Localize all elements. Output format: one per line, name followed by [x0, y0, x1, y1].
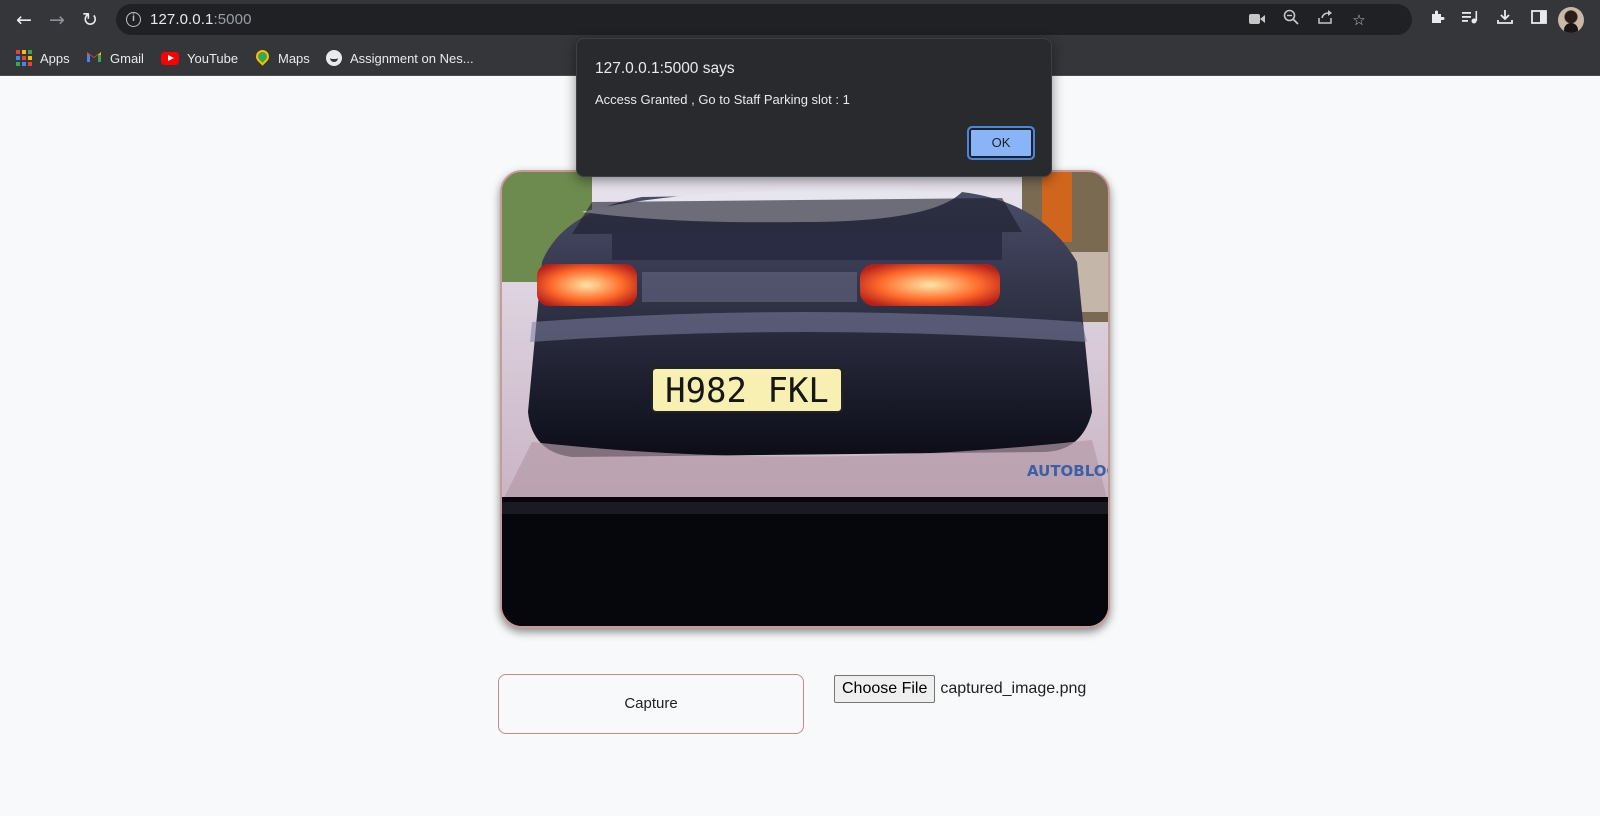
maps-icon	[252, 47, 272, 66]
autoblog-watermark: AUTOBLOG	[1027, 462, 1108, 480]
bookmark-star-icon[interactable]: ☆	[1348, 9, 1370, 31]
url-text[interactable]: 127.0.0.1:5000	[150, 11, 252, 28]
back-arrow-icon[interactable]: ←	[10, 6, 38, 34]
bookmark-assignment[interactable]: Assignment on Nes...	[326, 48, 474, 68]
bookmark-label: YouTube	[187, 50, 239, 66]
bookmark-label: Maps	[278, 50, 310, 66]
selected-file-name: captured_image.png	[940, 680, 1087, 697]
site-icon	[326, 50, 342, 66]
url-host: 127.0.0.1	[150, 11, 214, 28]
bookmark-label: Gmail	[110, 50, 144, 66]
alert-title: 127.0.0.1:5000 says	[595, 60, 735, 77]
bookmark-maps[interactable]: Maps	[252, 47, 310, 68]
media-queue-icon[interactable]	[1458, 7, 1484, 33]
license-plate-text: H982 FKL	[665, 371, 829, 411]
address-bar[interactable]: i 127.0.0.1:5000 ☆	[116, 4, 1412, 35]
alert-dialog: 127.0.0.1:5000 says Access Granted , Go …	[576, 38, 1052, 177]
bookmark-gmail[interactable]: Gmail	[86, 48, 144, 68]
youtube-icon	[161, 51, 179, 65]
choose-file-button[interactable]: Choose File	[834, 675, 936, 703]
bookmark-label: Apps	[40, 50, 70, 66]
alert-ok-button[interactable]: OK	[967, 126, 1035, 160]
url-port: :5000	[213, 11, 252, 28]
captured-car-image: H982 FKL AUTOBLOG	[502, 172, 1108, 626]
gmail-icon	[86, 50, 102, 66]
download-icon[interactable]	[1492, 7, 1518, 33]
share-icon[interactable]	[1314, 9, 1336, 31]
alert-message: Access Granted , Go to Staff Parking slo…	[595, 92, 850, 107]
capture-button[interactable]: Capture	[498, 674, 804, 734]
reload-icon[interactable]: ↻	[76, 6, 104, 34]
side-panel-icon[interactable]	[1526, 7, 1552, 33]
file-input[interactable]: Choose File captured_image.png	[834, 675, 1086, 703]
browser-toolbar: ← → ↻ i 127.0.0.1:5000 ☆	[0, 0, 1600, 40]
zoom-icon[interactable]	[1280, 9, 1302, 31]
forward-arrow-icon[interactable]: →	[43, 6, 71, 34]
extensions-icon[interactable]	[1424, 7, 1450, 33]
bookmark-apps[interactable]: Apps	[16, 48, 70, 68]
camera-preview: H982 FKL AUTOBLOG	[500, 170, 1110, 628]
site-info-icon[interactable]: i	[126, 12, 141, 27]
profile-avatar[interactable]	[1558, 7, 1584, 33]
camera-in-use-icon[interactable]	[1246, 9, 1268, 31]
bookmark-label: Assignment on Nes...	[350, 50, 474, 66]
apps-grid-icon	[16, 50, 32, 66]
bookmark-youtube[interactable]: YouTube	[161, 48, 238, 68]
